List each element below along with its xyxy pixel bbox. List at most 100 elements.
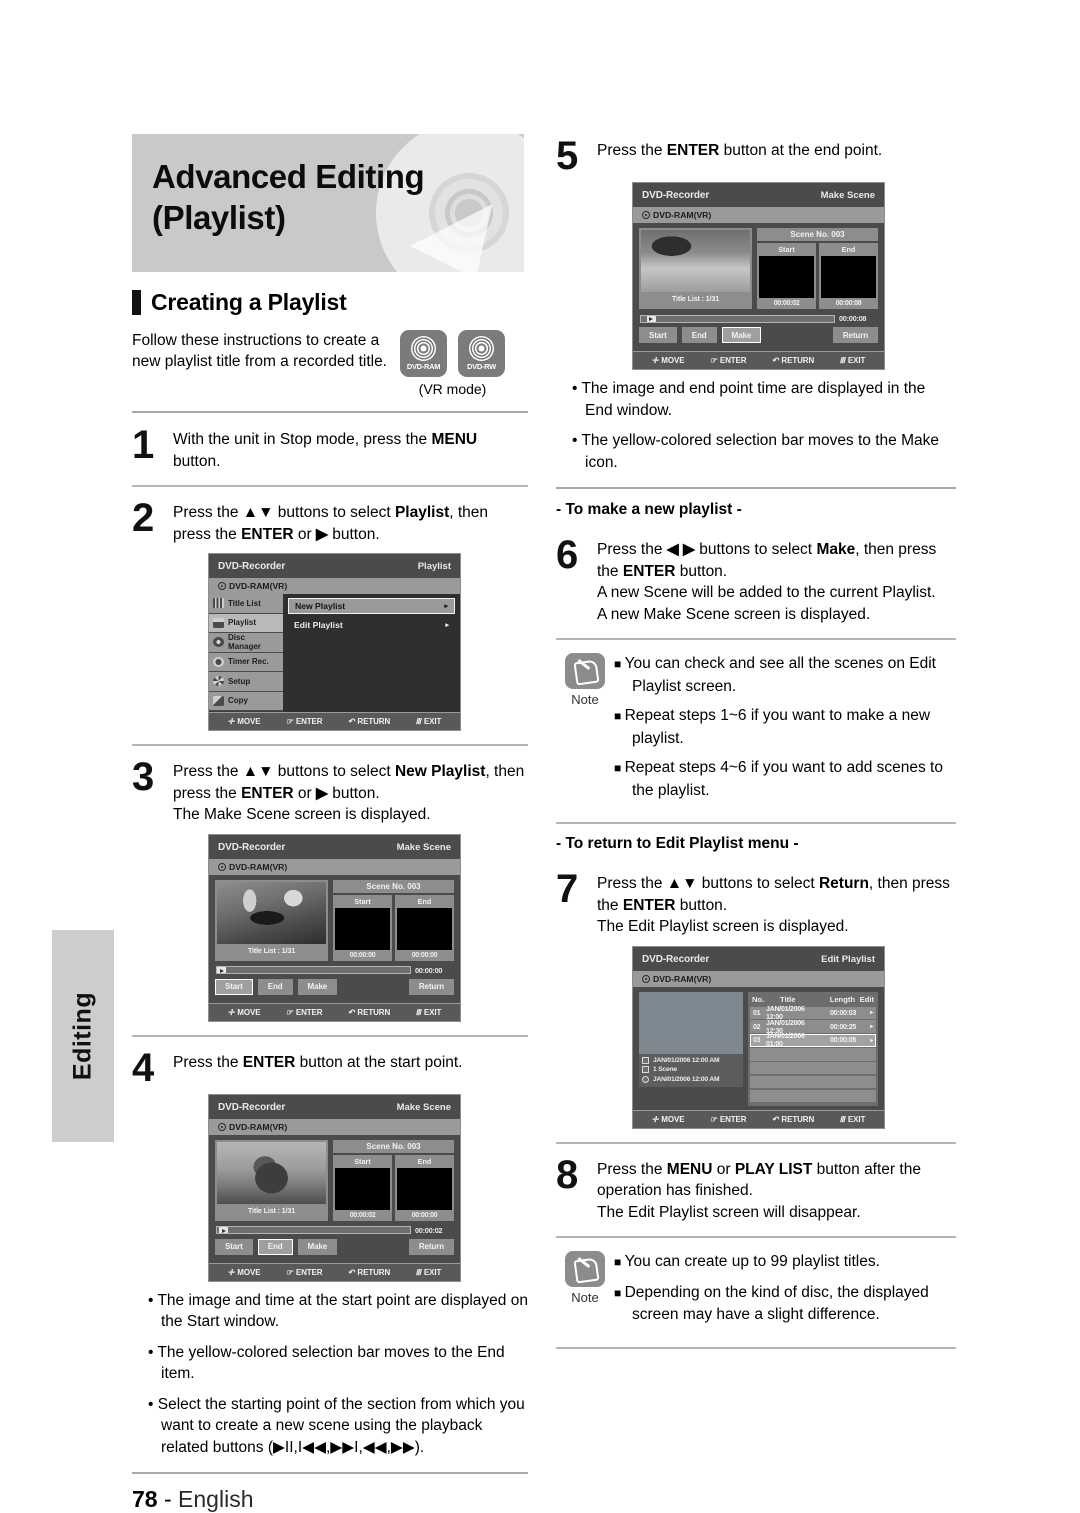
playback-progress[interactable]: 00:00:02 (216, 1226, 453, 1235)
progress-knob-icon[interactable] (218, 1227, 228, 1233)
osd-bar-label: EXIT (423, 1267, 442, 1277)
start-button[interactable]: Start (215, 1238, 253, 1255)
start-window-label: Start (354, 896, 371, 906)
osd-bar-move[interactable]: ✛ MOVE (228, 1268, 261, 1277)
table-row[interactable]: 01 JAN/01/2006 12:00 00:00:03 ▸ (750, 1005, 876, 1021)
osd-bar-return[interactable]: ↶ RETURN (772, 1115, 814, 1124)
progress-knob-icon[interactable] (217, 967, 226, 973)
setup-icon (213, 676, 224, 687)
osd-bar-return[interactable]: ↶ RETURN (348, 1008, 390, 1017)
chevron-right-icon[interactable]: ▸ (856, 1023, 873, 1030)
osd-bar-return[interactable]: ↶ RETURN (348, 717, 390, 726)
step-2-key-playlist: Playlist (394, 504, 450, 521)
osd-screen-name: Playlist (417, 561, 451, 572)
progress-track[interactable] (640, 314, 835, 323)
table-row[interactable]: 03 JAN/01/2006 01:00 00:00:05 ▸ (750, 1032, 876, 1048)
progress-knob-icon[interactable] (646, 315, 656, 322)
osd-bar-exit[interactable]: Ⅲ EXIT (415, 717, 441, 726)
osd-screen-name: Make Scene (396, 1101, 451, 1113)
osd-bar-move[interactable]: ✛ MOVE (652, 356, 685, 365)
end-button[interactable]: End (257, 1238, 293, 1255)
note-block-2: Note You can create up to 99 playlist ti… (556, 1249, 956, 1334)
osd-bar-exit[interactable]: Ⅲ EXIT (839, 1115, 865, 1124)
sidebar-item-timer-rec[interactable]: Timer Rec. (209, 652, 283, 672)
playback-progress[interactable]: 00:00:08 (640, 314, 877, 323)
osd-disc-label: DVD-RAM(VR) (653, 210, 712, 220)
progress-track[interactable] (216, 966, 411, 974)
move-icon: ✛ (227, 1007, 235, 1017)
chapter-banner: Advanced Editing (Playlist) (132, 134, 524, 272)
note-label: Note (571, 1290, 599, 1306)
divider (556, 1141, 956, 1144)
scene-number-label: Scene No. 003 (333, 879, 454, 893)
enter-icon: ☞ (709, 356, 717, 365)
make-button[interactable]: Make (721, 327, 762, 343)
osd-bar-enter[interactable]: ☞ ENTER (286, 1268, 323, 1277)
menu-row-label: Edit Playlist (294, 620, 343, 630)
step-7-part-g: button. (675, 896, 728, 914)
menu-row-edit-playlist[interactable]: Edit Playlist ▸ (288, 617, 455, 633)
chevron-right-icon[interactable]: ▸ (856, 1009, 873, 1016)
osd-bar-label: MOVE (237, 1007, 261, 1017)
intro-text: Follow these instructions to create a ne… (132, 332, 387, 370)
end-button[interactable]: End (681, 327, 717, 343)
divider (556, 822, 956, 824)
osd-bar-move[interactable]: ✛ MOVE (228, 717, 261, 726)
sidebar-item-disc-manager[interactable]: Disc Manager (209, 633, 283, 653)
make-button[interactable]: Make (297, 978, 338, 995)
table-row[interactable]: 02 JAN/01/2006 12:30 00:00:25 ▸ (750, 1019, 876, 1035)
menu-row-new-playlist[interactable]: New Playlist ▸ (288, 598, 455, 614)
chevron-right-icon[interactable]: ▸ (856, 1037, 873, 1044)
start-button[interactable]: Start (639, 327, 677, 343)
osd-bar-return[interactable]: ↶ RETURN (348, 1268, 390, 1277)
osd-disc-type: DVD-RAM(VR) (633, 970, 884, 987)
end-thumbnail (397, 1167, 452, 1210)
osd-disc-type: DVD-RAM(VR) (209, 1118, 460, 1135)
progress-time: 00:00:00 (415, 965, 443, 975)
osd-bar-label: ENTER (295, 1267, 323, 1277)
row-length: 00:00:03 (830, 1008, 856, 1017)
osd-bar-move[interactable]: ✛ MOVE (228, 1008, 261, 1017)
return-button[interactable]: Return (408, 1238, 454, 1255)
osd-bar-exit[interactable]: Ⅲ EXIT (415, 1008, 441, 1017)
updown-arrows-icon: ▲▼ (666, 875, 698, 892)
exit-icon: Ⅲ (415, 1007, 421, 1017)
end-button[interactable]: End (257, 978, 293, 995)
divider (132, 744, 528, 746)
divider (132, 1472, 528, 1474)
divider (132, 485, 528, 487)
osd-edit-body: JAN/01/2006 12:00 AM 1 Scene JAN/01/2006… (633, 986, 884, 1110)
return-button[interactable]: Return (408, 978, 454, 995)
sidebar-item-playlist[interactable]: Playlist (209, 613, 283, 633)
disc-compatibility-badges: DVD-RAM DVD-RW (VR mode) (400, 330, 505, 397)
osd-bar-exit[interactable]: Ⅲ EXIT (415, 1268, 441, 1277)
step-7-part-c: buttons to select (697, 875, 819, 892)
progress-track[interactable] (216, 1226, 411, 1234)
playback-progress[interactable]: 00:00:00 (216, 966, 453, 975)
osd-bar-exit[interactable]: Ⅲ EXIT (839, 356, 865, 365)
note-badge: Note (556, 1249, 614, 1305)
osd-bar-enter[interactable]: ☞ ENTER (286, 1008, 323, 1017)
divider (132, 1034, 528, 1037)
note-block-1: Note You can check and see all the scene… (556, 651, 956, 809)
osd-bar-enter[interactable]: ☞ ENTER (286, 717, 323, 726)
start-window-label: Start (354, 1156, 371, 1166)
disc-icon (218, 1122, 226, 1131)
osd-bar-move[interactable]: ✛ MOVE (652, 1115, 685, 1124)
sidebar-item-setup[interactable]: Setup (209, 672, 283, 692)
sidebar-item-title-list[interactable]: Title List (209, 594, 283, 614)
step-6-part-c: buttons to select (694, 541, 817, 558)
make-button[interactable]: Make (297, 1238, 338, 1255)
end-window-label: End (841, 245, 856, 254)
step-2-text: Press the ▲▼ buttons to select Playlist,… (173, 498, 528, 545)
disc-manager-icon (213, 637, 224, 648)
preview-caption: Title List : 1/31 (247, 1205, 296, 1215)
return-button[interactable]: Return (832, 327, 878, 343)
osd-bar-enter[interactable]: ☞ ENTER (710, 1115, 747, 1124)
start-button[interactable]: Start (215, 978, 253, 995)
progress-time: 00:00:02 (415, 1225, 443, 1235)
osd-bar-enter[interactable]: ☞ ENTER (710, 356, 747, 365)
section-heading-label: Creating a Playlist (151, 289, 347, 315)
osd-bar-return[interactable]: ↶ RETURN (772, 356, 814, 365)
sidebar-item-copy[interactable]: Copy (209, 691, 283, 711)
